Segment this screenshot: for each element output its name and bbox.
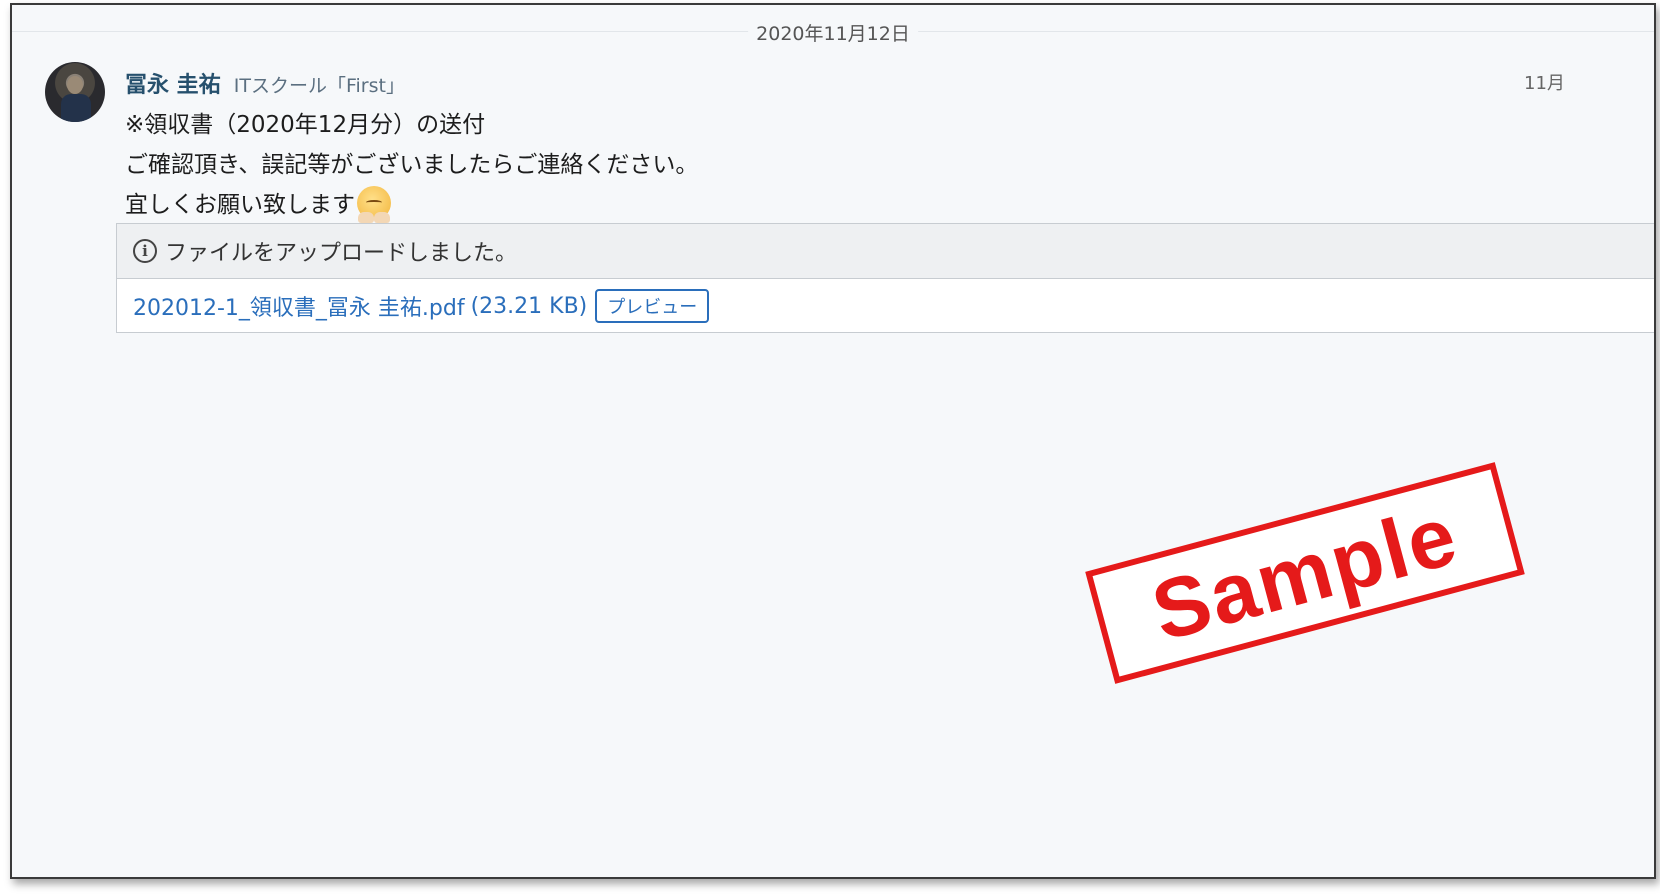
preview-button[interactable]: プレビュー xyxy=(595,289,710,323)
sender-name[interactable]: 冨永 圭祐 xyxy=(125,73,221,98)
bowing-face-emoji-icon xyxy=(357,185,391,223)
attachment-body: 202012-1_領収書_冨永 圭祐.pdf (23.21 KB) プレビュー xyxy=(117,279,1654,333)
info-icon: i xyxy=(133,239,157,263)
sender-organization: ITスクール「First」 xyxy=(233,75,405,97)
emoji-hand-right xyxy=(374,211,390,223)
message-meta: 冨永 圭祐 ITスクール「First」 xyxy=(125,67,405,99)
attachment-header: i ファイルをアップロードしました。 xyxy=(117,224,1654,279)
message-line-3: 宜しくお願い致します xyxy=(125,185,391,223)
date-label: 2020年11月12日 xyxy=(748,19,918,46)
avatar[interactable] xyxy=(45,62,105,122)
chat-panel: 2020年11月12日 冨永 圭祐 ITスクール「First」 11月 ※領収書… xyxy=(10,3,1656,879)
date-separator: 2020年11月12日 xyxy=(12,13,1654,47)
avatar-face xyxy=(67,76,83,94)
message-line-1: ※領収書（2020年12月分）の送付 xyxy=(125,112,486,138)
message-timestamp: 11月 xyxy=(1524,73,1565,94)
message-line-2: ご確認頂き、誤記等がございましたらご連絡ください。 xyxy=(125,152,699,178)
attachment-header-text: ファイルをアップロードしました。 xyxy=(165,241,518,266)
attachment-card: i ファイルをアップロードしました。 202012-1_領収書_冨永 圭祐.pd… xyxy=(116,223,1654,333)
file-size: (23.21 KB) xyxy=(470,293,588,319)
avatar-body xyxy=(61,94,91,122)
file-download-link[interactable]: 202012-1_領収書_冨永 圭祐.pdf xyxy=(133,290,465,322)
emoji-hand-left xyxy=(358,211,374,223)
emoji-eyes xyxy=(366,199,382,205)
message-line-3-text: 宜しくお願い致します xyxy=(125,192,355,218)
